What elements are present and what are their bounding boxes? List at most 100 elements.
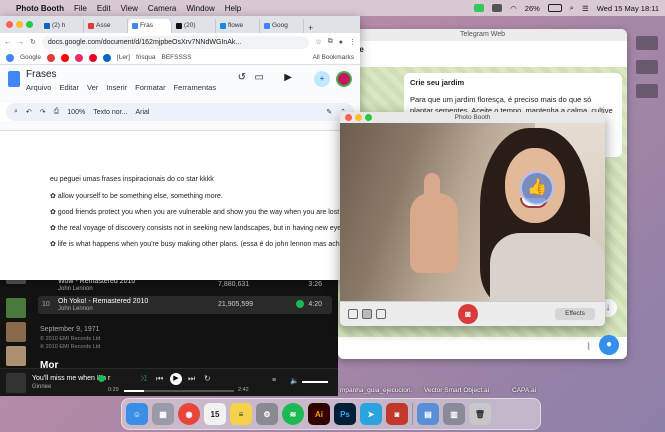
dock-illustrator-icon[interactable]: Ai	[308, 403, 330, 425]
minimize-window-icon[interactable]	[16, 21, 23, 28]
document-page[interactable]: eu peguei umas frases inspiracionais do …	[10, 134, 363, 264]
undo-icon[interactable]: ↶	[26, 108, 32, 116]
now-playing-cover[interactable]	[6, 373, 26, 393]
control-center-icon[interactable]: ☰	[582, 4, 589, 13]
shuffle-icon[interactable]: ⤨	[140, 374, 146, 384]
docs-menu-format[interactable]: Formatar	[135, 83, 165, 92]
battery-icon[interactable]	[547, 4, 562, 12]
instagram-icon[interactable]	[74, 53, 83, 62]
gmail-icon[interactable]	[46, 53, 55, 62]
redo-icon[interactable]: ↷	[40, 108, 46, 116]
repeat-icon[interactable]: ↻	[204, 374, 211, 383]
track-row[interactable]: 10 Oh Yoko! - Remastered 2010 John Lenno…	[38, 296, 332, 314]
desktop-file-icon[interactable]	[636, 36, 658, 50]
dock-downloads-icon[interactable]: ▤	[417, 403, 439, 425]
pinterest-icon[interactable]	[88, 53, 97, 62]
dock-finder-icon[interactable]: ☺	[126, 403, 148, 425]
google-icon[interactable]	[6, 53, 14, 62]
style-select[interactable]: Texto nor...	[93, 109, 127, 116]
print-icon[interactable]: ⎙	[54, 108, 60, 116]
back-icon[interactable]: ←	[4, 39, 11, 46]
search-menus-icon[interactable]: ⌕	[14, 108, 18, 116]
video-mode-icon[interactable]	[376, 309, 386, 319]
new-tab-icon[interactable]: +	[308, 23, 313, 33]
play-button[interactable]: ▶	[170, 373, 182, 385]
status-icon[interactable]	[492, 4, 503, 12]
next-icon[interactable]: ⏭	[188, 374, 195, 384]
menu-view[interactable]: View	[121, 4, 138, 13]
profile-icon[interactable]: ●	[339, 39, 343, 46]
microphone-icon[interactable]: ●	[599, 335, 619, 355]
close-window-icon[interactable]	[345, 114, 352, 121]
desktop-file-label[interactable]: CAPA.ai	[512, 387, 536, 394]
forward-icon[interactable]: →	[17, 39, 24, 46]
zoom-select[interactable]: 100%	[67, 109, 85, 116]
menu-clock[interactable]: Wed 15 May 18:11	[597, 4, 659, 13]
docs-logo-icon[interactable]	[8, 71, 20, 87]
volume-slider[interactable]	[302, 381, 328, 383]
desktop-file-label[interactable]: mpanha_guia_ejecucion.	[340, 387, 412, 394]
desktop-file-icon[interactable]	[636, 60, 658, 74]
docs-menu-view[interactable]: Ver	[87, 83, 98, 92]
dock-photoshop-icon[interactable]: Ps	[334, 403, 356, 425]
dock-settings-icon[interactable]: ⚙	[256, 403, 278, 425]
attach-icon[interactable]: ⌇	[586, 342, 591, 353]
volume-icon[interactable]: 🔈	[290, 377, 299, 385]
track-artist[interactable]: John Lennon	[58, 286, 93, 292]
sidebar-playlist-thumb[interactable]	[6, 298, 26, 318]
browser-tab[interactable]: (20)	[172, 19, 216, 33]
desktop-file-label[interactable]: Vector Smart Object.ai	[424, 387, 489, 394]
docs-menu-insert[interactable]: Inserir	[106, 83, 127, 92]
edit-mode-icon[interactable]: ✎	[326, 108, 332, 116]
docs-menu-edit[interactable]: Editar	[59, 83, 79, 92]
minimize-window-icon[interactable]	[355, 114, 362, 121]
shutter-button[interactable]: ◙	[458, 304, 478, 324]
sidebar-playlist-thumb[interactable]	[6, 346, 26, 366]
dock-calendar-icon[interactable]: 15	[204, 403, 226, 425]
menu-window[interactable]: Window	[186, 4, 214, 13]
track-artist[interactable]: John Lennon	[58, 306, 93, 312]
font-select[interactable]: Arial	[135, 109, 149, 116]
youtube-icon[interactable]	[60, 53, 69, 62]
dock-chrome-icon[interactable]: ◉	[178, 403, 200, 425]
menu-edit[interactable]: Edit	[97, 4, 111, 13]
dock-photobooth-icon[interactable]: ◙	[386, 403, 408, 425]
queue-icon[interactable]: ≡	[272, 377, 276, 384]
share-button[interactable]: +	[314, 71, 330, 87]
dock-spotify-icon[interactable]: ≋	[282, 403, 304, 425]
browser-tab-active[interactable]: Fras	[128, 19, 172, 33]
bookmark-item[interactable]: frisqua	[136, 54, 156, 61]
sidebar-playlist-thumb[interactable]	[6, 322, 26, 342]
bookmark-item[interactable]: BEFSSSS	[162, 54, 192, 61]
comment-icon[interactable]: ▭	[255, 72, 264, 83]
bookmark-item[interactable]: [Ler]	[117, 54, 130, 61]
avatar[interactable]	[336, 71, 352, 87]
now-playing-artist[interactable]: Ginnee	[32, 384, 51, 390]
message-input[interactable]	[338, 337, 627, 359]
effects-button[interactable]: Effects	[555, 308, 595, 320]
facetime-indicator-icon[interactable]	[474, 4, 485, 12]
wifi-icon[interactable]: ◠	[510, 4, 517, 13]
browser-tab[interactable]: flowe	[216, 19, 260, 33]
desktop-file-icon[interactable]	[636, 84, 658, 98]
document-title[interactable]: Frases	[26, 69, 57, 80]
playback-progress[interactable]	[124, 390, 234, 392]
browser-tab[interactable]: Goog	[260, 19, 304, 33]
telegram-chat-header[interactable]: jeixe line	[338, 41, 627, 67]
all-bookmarks[interactable]: All Bookmarks	[312, 54, 354, 61]
single-photo-mode-icon[interactable]	[362, 309, 372, 319]
bookmark-google[interactable]: Google	[20, 54, 41, 61]
bookmark-star-icon[interactable]: ☆	[315, 38, 321, 46]
menu-file[interactable]: File	[74, 4, 87, 13]
docs-menu-tools[interactable]: Ferramentas	[174, 83, 217, 92]
linkedin-icon[interactable]	[102, 53, 111, 62]
liked-check-icon[interactable]	[98, 375, 105, 382]
dock-telegram-icon[interactable]: ➤	[360, 403, 382, 425]
browser-tab[interactable]: Asse	[84, 19, 128, 33]
menu-app-name[interactable]: Photo Booth	[16, 4, 64, 13]
grid-mode-icon[interactable]	[348, 309, 358, 319]
liked-check-icon[interactable]	[296, 300, 304, 308]
address-input[interactable]: docs.google.com/document/d/162mjpbeOsXrv…	[41, 35, 310, 49]
search-icon[interactable]: ⌕	[570, 3, 574, 13]
reload-icon[interactable]: ↻	[30, 38, 36, 46]
